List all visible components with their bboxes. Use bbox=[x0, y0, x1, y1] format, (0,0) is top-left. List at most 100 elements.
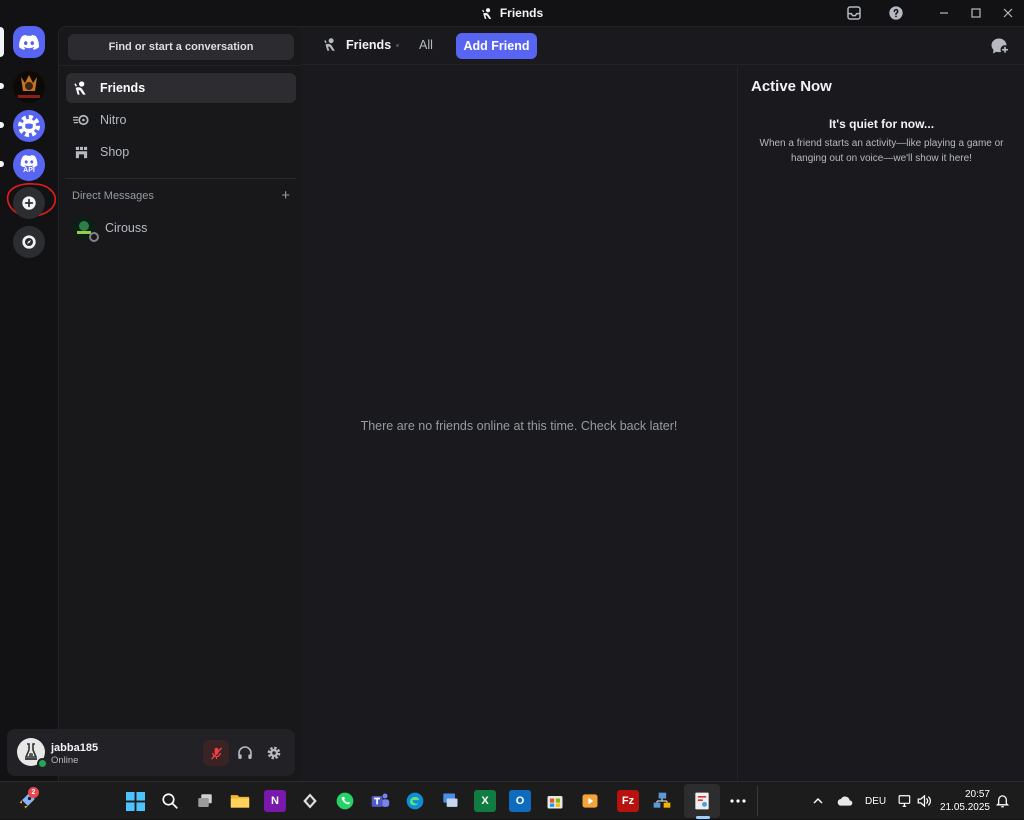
title-bar: Friends bbox=[0, 0, 1024, 26]
network-status-button[interactable] bbox=[898, 782, 912, 820]
user-status: Online bbox=[51, 755, 79, 766]
nav-shop-label: Shop bbox=[100, 145, 130, 159]
nav-nitro[interactable]: Nitro bbox=[66, 105, 296, 135]
help-icon[interactable] bbox=[886, 3, 906, 23]
new-group-dm-icon bbox=[991, 38, 1009, 54]
tab-all[interactable]: All bbox=[419, 38, 433, 52]
whatsapp-button[interactable] bbox=[334, 790, 356, 812]
avatar bbox=[73, 217, 99, 242]
friends-wave-icon bbox=[324, 38, 335, 51]
add-friend-button[interactable]: Add Friend bbox=[456, 33, 537, 59]
dm-header-label: Direct Messages bbox=[72, 190, 154, 202]
friends-heading: Friends bbox=[323, 37, 391, 52]
friends-heading-text: Friends bbox=[346, 37, 392, 52]
speaker-icon bbox=[917, 794, 931, 808]
shop-icon bbox=[72, 145, 90, 160]
teams-button[interactable] bbox=[369, 790, 391, 812]
user-settings-button[interactable] bbox=[261, 740, 287, 766]
server-icon-api[interactable]: API bbox=[13, 149, 45, 181]
remote-desktop-icon bbox=[443, 793, 458, 807]
onedrive-button[interactable] bbox=[837, 782, 853, 820]
language-indicator[interactable]: DEU bbox=[865, 782, 886, 820]
window-title: Friends bbox=[481, 6, 543, 20]
deafen-button[interactable] bbox=[232, 740, 258, 766]
search-input[interactable]: Find or start a conversation bbox=[68, 34, 294, 60]
user-panel: jabba185 Online bbox=[7, 729, 295, 776]
edge-button[interactable] bbox=[404, 790, 426, 812]
friends-list-area: There are no friends online at this time… bbox=[301, 66, 737, 782]
offline-status-indicator bbox=[89, 232, 99, 242]
friends-wave-icon bbox=[481, 7, 492, 19]
divider bbox=[59, 65, 302, 66]
divider-dot bbox=[396, 44, 399, 47]
nav-friends-label: Friends bbox=[100, 81, 146, 95]
close-button[interactable] bbox=[992, 0, 1024, 26]
network-app-button[interactable] bbox=[651, 790, 673, 812]
nitro-icon bbox=[72, 113, 90, 127]
maximize-button[interactable] bbox=[960, 0, 992, 26]
minimize-button[interactable] bbox=[928, 0, 960, 26]
nav-nitro-label: Nitro bbox=[100, 113, 127, 127]
onenote-button[interactable]: N bbox=[264, 790, 286, 812]
file-explorer-button[interactable] bbox=[229, 790, 251, 812]
more-apps-button[interactable] bbox=[727, 790, 749, 812]
compass-icon bbox=[22, 235, 36, 249]
windows-logo-icon bbox=[125, 791, 145, 811]
server-icon-2[interactable] bbox=[13, 110, 45, 142]
search-button[interactable] bbox=[159, 790, 181, 812]
plus-circle-icon bbox=[22, 196, 36, 210]
store-button[interactable] bbox=[544, 790, 566, 812]
taskbar-divider bbox=[757, 786, 758, 816]
windows-taskbar: 2 N X O Fz DEU 20:57 21.05.2025 bbox=[0, 781, 1024, 819]
store-icon bbox=[547, 796, 563, 809]
main-panel: Friends All Add Friend There are no frie… bbox=[301, 26, 1024, 782]
show-hidden-icons-button[interactable] bbox=[812, 782, 824, 820]
unread-indicator bbox=[0, 161, 4, 167]
notifications-button[interactable] bbox=[996, 782, 1009, 820]
mute-button[interactable] bbox=[203, 740, 229, 766]
filezilla-button[interactable]: Fz bbox=[617, 790, 639, 812]
cloud-icon bbox=[837, 796, 853, 806]
excel-icon: X bbox=[481, 795, 489, 807]
server-rail: API bbox=[0, 26, 58, 781]
app-diamond-button[interactable] bbox=[299, 790, 321, 812]
active-now-panel: Active Now It's quiet for now... When a … bbox=[737, 66, 1024, 782]
filezilla-icon: Fz bbox=[621, 795, 635, 807]
user-avatar[interactable] bbox=[17, 738, 48, 769]
active-now-title: Active Now bbox=[751, 78, 832, 95]
inbox-icon[interactable] bbox=[844, 3, 864, 23]
nav-friends[interactable]: Friends bbox=[66, 73, 296, 103]
clock-date: 21.05.2025 bbox=[939, 802, 990, 813]
clock[interactable]: 20:57 21.05.2025 bbox=[940, 788, 990, 814]
start-button[interactable] bbox=[124, 790, 146, 812]
server-icon-1[interactable] bbox=[13, 71, 45, 103]
diamond-app-icon bbox=[303, 793, 317, 809]
nav-shop[interactable]: Shop bbox=[66, 137, 296, 167]
media-player-button[interactable] bbox=[579, 790, 601, 812]
dm-header: Direct Messages + bbox=[72, 188, 290, 203]
bell-icon bbox=[996, 795, 1009, 808]
volume-button[interactable] bbox=[917, 782, 932, 820]
discover-button[interactable] bbox=[13, 226, 45, 258]
excel-button[interactable]: X bbox=[474, 790, 496, 812]
username: jabba185 bbox=[51, 742, 99, 754]
dm-sidebar: Find or start a conversation Friends Nit… bbox=[58, 26, 302, 781]
window-title-text: Friends bbox=[499, 6, 544, 20]
create-dm-button[interactable]: + bbox=[281, 188, 290, 203]
app-remote-button[interactable] bbox=[439, 790, 461, 812]
edge-icon bbox=[406, 792, 424, 810]
online-status-indicator bbox=[37, 758, 48, 769]
active-app-button[interactable] bbox=[691, 790, 713, 812]
task-view-button[interactable] bbox=[194, 790, 216, 812]
outlook-button[interactable]: O bbox=[509, 790, 531, 812]
add-server-button[interactable] bbox=[13, 187, 45, 219]
whatsapp-icon bbox=[336, 792, 354, 810]
search-icon bbox=[162, 793, 178, 809]
new-group-dm-button[interactable] bbox=[990, 37, 1010, 57]
active-now-quiet-title: It's quiet for now... bbox=[828, 117, 935, 131]
onenote-icon: N bbox=[271, 795, 279, 807]
task-view-icon bbox=[198, 794, 212, 807]
dm-item-cirouss[interactable]: Cirouss bbox=[73, 213, 293, 243]
direct-messages-button[interactable] bbox=[13, 26, 45, 58]
widgets-button[interactable]: 2 bbox=[16, 787, 39, 812]
